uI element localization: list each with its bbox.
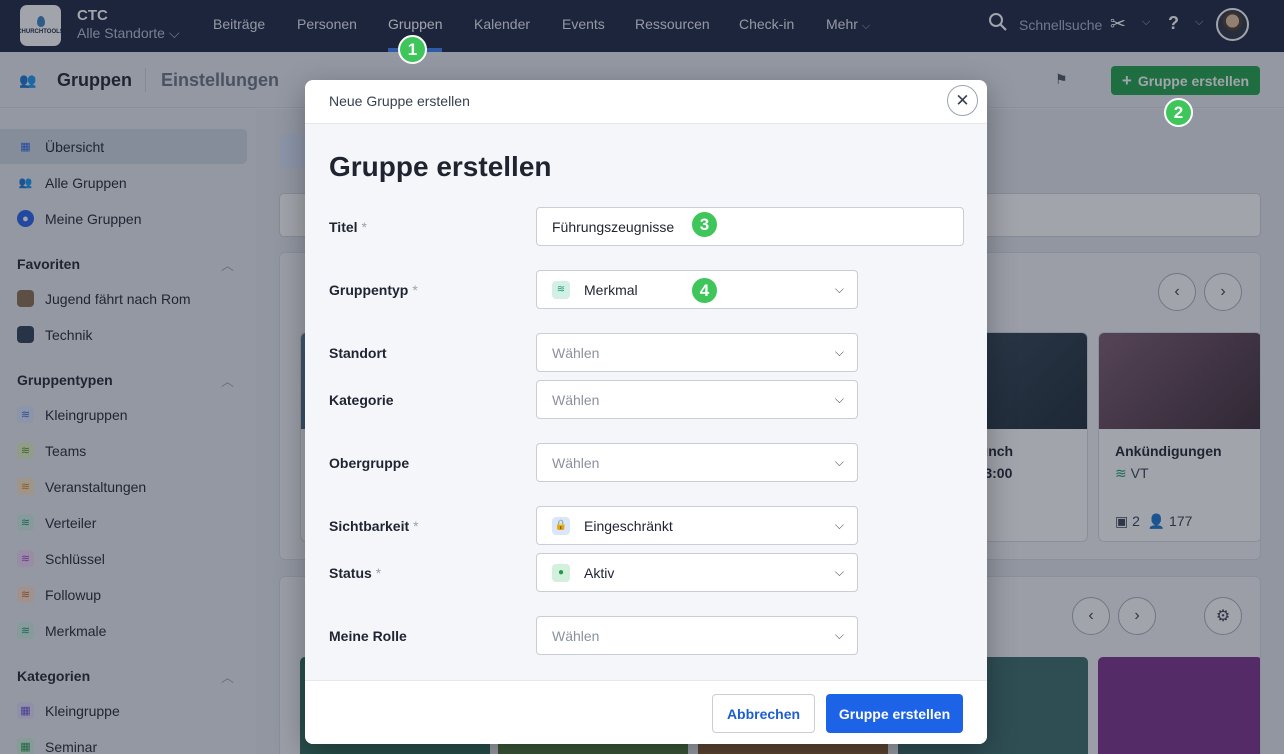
status-label-text: Status bbox=[329, 565, 372, 581]
step-badge-2: 2 bbox=[1164, 98, 1193, 127]
group-type-label-text: Gruppentyp bbox=[329, 282, 409, 298]
visibility-value: Eingeschränkt bbox=[584, 517, 673, 534]
my-role-label: Meine Rolle bbox=[329, 628, 407, 644]
step-badge-4: 4 bbox=[690, 276, 719, 305]
title-input-value: Führungszeugnisse bbox=[552, 218, 675, 235]
group-type-value: Merkmal bbox=[584, 281, 638, 298]
location-placeholder: Wählen bbox=[552, 344, 600, 361]
category-select[interactable]: Wählen ⌵ bbox=[536, 380, 858, 419]
create-group-dialog: Neue Gruppe erstellen ✕ Gruppe erstellen… bbox=[305, 80, 987, 744]
dialog-header: Neue Gruppe erstellen ✕ bbox=[305, 80, 987, 124]
required-marker: * bbox=[413, 518, 419, 534]
step-badge-1: 1 bbox=[398, 35, 427, 64]
my-role-placeholder: Wählen bbox=[552, 627, 600, 644]
chevron-down-icon: ⌵ bbox=[834, 455, 844, 469]
parent-group-select[interactable]: Wählen ⌵ bbox=[536, 443, 858, 482]
chevron-down-icon: ⌵ bbox=[834, 565, 844, 579]
parent-group-placeholder: Wählen bbox=[552, 454, 600, 471]
close-icon: ✕ bbox=[955, 90, 970, 110]
parent-group-label: Obergruppe bbox=[329, 455, 410, 471]
visibility-label: Sichtbarkeit * bbox=[329, 518, 419, 534]
lock-icon: 🔒 bbox=[552, 516, 570, 535]
visibility-label-text: Sichtbarkeit bbox=[329, 518, 410, 534]
location-label: Standort bbox=[329, 345, 387, 361]
category-placeholder: Wählen bbox=[552, 391, 600, 408]
title-label-text: Titel bbox=[329, 219, 358, 235]
location-select[interactable]: Wählen ⌵ bbox=[536, 333, 858, 372]
my-role-select[interactable]: Wählen ⌵ bbox=[536, 616, 858, 655]
step-badge-3: 3 bbox=[690, 210, 719, 239]
title-input[interactable]: Führungszeugnisse bbox=[536, 207, 964, 246]
chevron-down-icon: ⌵ bbox=[834, 392, 844, 406]
cancel-button[interactable]: Abbrechen bbox=[712, 694, 815, 733]
active-status-icon: ● bbox=[552, 563, 570, 582]
visibility-select[interactable]: 🔒 Eingeschränkt ⌵ bbox=[536, 506, 858, 545]
title-label: Titel * bbox=[329, 219, 367, 235]
required-marker: * bbox=[361, 219, 367, 235]
chevron-down-icon: ⌵ bbox=[834, 345, 844, 359]
required-marker: * bbox=[375, 565, 382, 581]
required-marker: * bbox=[412, 282, 418, 298]
status-value: Aktiv bbox=[584, 564, 615, 581]
chevron-down-icon: ⌵ bbox=[834, 628, 844, 642]
dialog-header-title: Neue Gruppe erstellen bbox=[329, 93, 470, 109]
group-type-label: Gruppentyp * bbox=[329, 282, 418, 298]
submit-create-group-button[interactable]: Gruppe erstellen bbox=[826, 694, 963, 733]
status-select[interactable]: ● Aktiv ⌵ bbox=[536, 553, 858, 592]
dialog-title: Gruppe erstellen bbox=[329, 151, 552, 182]
chevron-down-icon: ⌵ bbox=[834, 282, 844, 296]
chevron-down-icon: ⌵ bbox=[834, 518, 844, 532]
close-button[interactable]: ✕ bbox=[947, 85, 978, 116]
dialog-footer: Abbrechen Gruppe erstellen bbox=[305, 680, 987, 744]
status-label: Status * bbox=[329, 565, 381, 581]
category-label: Kategorie bbox=[329, 392, 394, 408]
layers-icon: ≋ bbox=[552, 280, 570, 299]
